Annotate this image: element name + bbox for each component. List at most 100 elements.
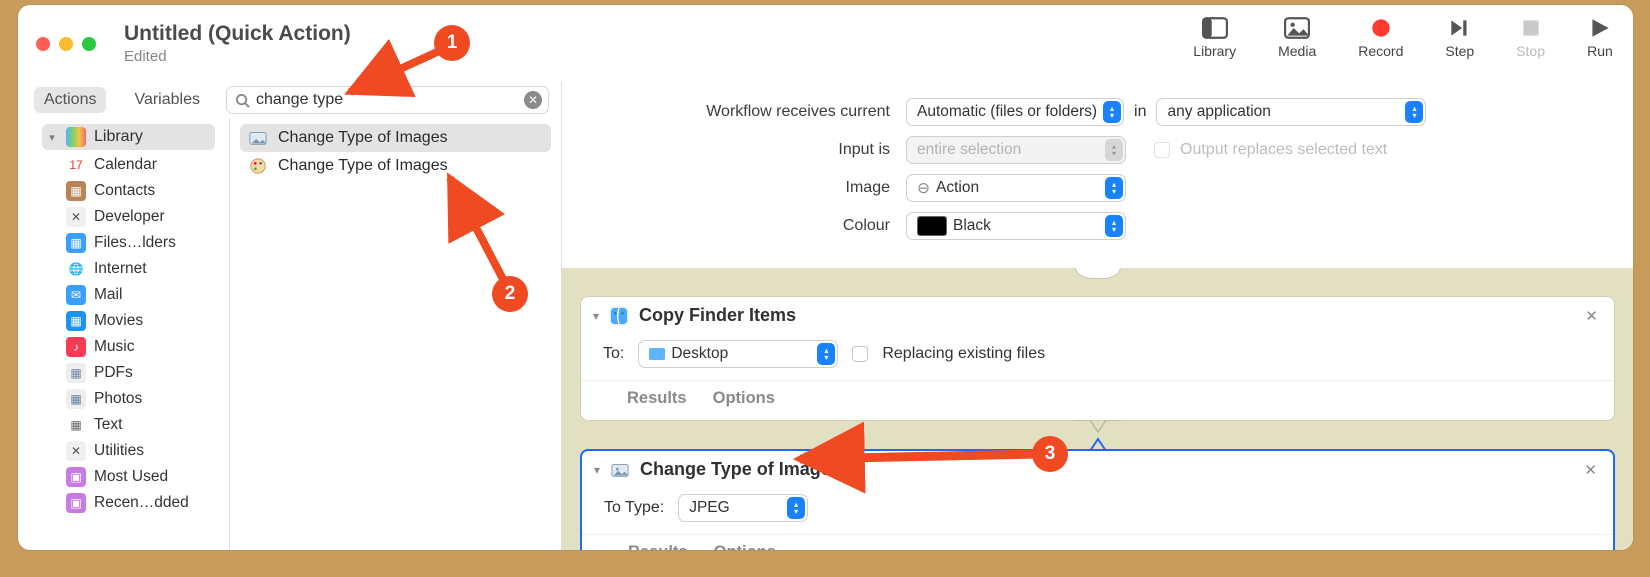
titlebar: Untitled (Quick Action) Edited Library M… xyxy=(18,5,1633,82)
toolbar-step-button[interactable]: Step xyxy=(1445,17,1474,59)
output-replaces-label: Output replaces selected text xyxy=(1180,141,1387,159)
step-disclosure-icon[interactable]: ▾ xyxy=(594,463,600,477)
step-options-tab[interactable]: Options xyxy=(713,389,775,408)
step-options-tab[interactable]: Options xyxy=(714,543,776,550)
to-type-popup[interactable]: JPEG▴▾ xyxy=(678,494,808,522)
sidebar-toggle-icon xyxy=(1202,17,1228,39)
step-icon xyxy=(1447,17,1473,39)
step-results-tab[interactable]: Results xyxy=(627,389,687,408)
record-icon xyxy=(1368,17,1394,39)
window-title: Untitled (Quick Action) xyxy=(124,22,351,46)
pdf-icon: ▦ xyxy=(66,363,86,383)
copy-to-label: To: xyxy=(603,345,624,363)
toolbar-run-button[interactable]: Run xyxy=(1587,17,1613,59)
receives-label: Workflow receives current xyxy=(586,103,896,121)
replacing-label: Replacing existing files xyxy=(882,345,1045,363)
minimize-window-button[interactable] xyxy=(59,37,73,51)
palette-icon xyxy=(248,156,268,176)
output-replaces-checkbox xyxy=(1154,142,1170,158)
replacing-checkbox[interactable] xyxy=(852,346,868,362)
search-icon xyxy=(235,93,250,108)
colour-swatch xyxy=(917,216,947,236)
input-connector-notch xyxy=(1075,268,1121,279)
library-tree: ▾ Library 17Calendar▦Contacts✕Developer▦… xyxy=(18,118,229,522)
toolbar-library-button[interactable]: Library xyxy=(1193,17,1236,59)
finder-icon: ▦ xyxy=(66,233,86,253)
library-item[interactable]: ▦PDFs xyxy=(18,360,223,386)
finder-icon xyxy=(609,306,629,326)
workflow-canvas[interactable]: ▾ Copy Finder Items ✕ To: Desktop ▴▾ xyxy=(562,268,1633,550)
step-input-connector xyxy=(1075,437,1121,451)
receives-popup[interactable]: Automatic (files or folders)▴▾ xyxy=(906,98,1124,126)
search-input[interactable] xyxy=(256,91,518,109)
search-result-item[interactable]: Change Type of Images xyxy=(240,152,551,180)
library-item[interactable]: 🌐Internet xyxy=(18,256,223,282)
image-label: Image xyxy=(586,179,896,197)
in-label: in xyxy=(1134,103,1146,121)
library-item[interactable]: ✕Developer xyxy=(18,204,223,230)
toolbar-stop-button: Stop xyxy=(1516,17,1545,59)
application-popup[interactable]: any application▴▾ xyxy=(1156,98,1426,126)
workflow-input-settings: Workflow receives current Automatic (fil… xyxy=(562,82,1633,268)
window-controls xyxy=(36,37,96,51)
toolbar-record-button[interactable]: Record xyxy=(1358,17,1403,59)
workflow-step-copy-finder-items[interactable]: ▾ Copy Finder Items ✕ To: Desktop ▴▾ xyxy=(580,296,1615,421)
photos-icon: ▦ xyxy=(66,389,86,409)
colour-popup[interactable]: Black▴▾ xyxy=(906,212,1126,240)
folder-icon xyxy=(649,348,665,360)
dev-icon: ✕ xyxy=(66,207,86,227)
zoom-window-button[interactable] xyxy=(82,37,96,51)
folder-icon: ▣ xyxy=(66,467,86,487)
step-output-connector xyxy=(1075,420,1121,434)
movies-icon: ▦ xyxy=(66,311,86,331)
library-item[interactable]: ▦Contacts xyxy=(18,178,223,204)
library-item[interactable]: ✕Utilities xyxy=(18,438,223,464)
photos-icon xyxy=(610,460,630,480)
toolbar-media-button[interactable]: Media xyxy=(1278,17,1316,59)
library-item[interactable]: ▦Movies xyxy=(18,308,223,334)
sidebar-mode-segment: Actions Variables xyxy=(34,87,210,113)
step-close-button[interactable]: ✕ xyxy=(1580,461,1601,479)
action-search-field[interactable]: ✕ xyxy=(226,86,549,114)
segment-actions[interactable]: Actions xyxy=(34,87,106,113)
copy-to-popup[interactable]: Desktop ▴▾ xyxy=(638,340,838,368)
input-is-label: Input is xyxy=(586,141,896,159)
calendar-icon: 17 xyxy=(66,155,86,175)
search-result-item[interactable]: Change Type of Images xyxy=(240,124,551,152)
workflow-step-change-type[interactable]: ▾ Change Type of Images ✕ To Type: JPEG▴… xyxy=(580,449,1615,550)
library-icon xyxy=(66,127,86,147)
library-item[interactable]: ▣Most Used xyxy=(18,464,223,490)
input-is-popup: entire selection▴▾ xyxy=(906,136,1126,164)
disclosure-triangle-icon[interactable]: ▾ xyxy=(46,131,58,144)
segment-variables[interactable]: Variables xyxy=(124,87,210,113)
clear-search-button[interactable]: ✕ xyxy=(524,91,542,109)
library-item[interactable]: ▦Photos xyxy=(18,386,223,412)
library-item[interactable]: ▣Recen…dded xyxy=(18,490,223,516)
music-icon: ♪ xyxy=(66,337,86,357)
utilities-icon: ✕ xyxy=(66,441,86,461)
step-disclosure-icon[interactable]: ▾ xyxy=(593,309,599,323)
stop-icon xyxy=(1518,17,1544,39)
photos-icon xyxy=(248,128,268,148)
contacts-icon: ▦ xyxy=(66,181,86,201)
step-results-tab[interactable]: Results xyxy=(628,543,688,550)
folder-icon: ▣ xyxy=(66,493,86,513)
image-popup[interactable]: ⊖Action▴▾ xyxy=(906,174,1126,202)
library-item[interactable]: ✉Mail xyxy=(18,282,223,308)
play-icon xyxy=(1587,17,1613,39)
window-subtitle: Edited xyxy=(124,48,351,65)
library-item[interactable]: ♪Music xyxy=(18,334,223,360)
library-item[interactable]: ▦Files…lders xyxy=(18,230,223,256)
search-results-list: Change Type of ImagesChange Type of Imag… xyxy=(230,118,561,186)
close-window-button[interactable] xyxy=(36,37,50,51)
mail-icon: ✉ xyxy=(66,285,86,305)
to-type-label: To Type: xyxy=(604,499,664,517)
library-root-item[interactable]: ▾ Library xyxy=(42,124,215,150)
media-icon xyxy=(1284,17,1310,39)
colour-label: Colour xyxy=(586,217,896,235)
library-item[interactable]: ▦Text xyxy=(18,412,223,438)
step-close-button[interactable]: ✕ xyxy=(1581,307,1602,325)
text-icon: ▦ xyxy=(66,415,86,435)
library-item[interactable]: 17Calendar xyxy=(18,152,223,178)
main-toolbar: Library Media Record Step Stop Run xyxy=(1193,17,1613,59)
